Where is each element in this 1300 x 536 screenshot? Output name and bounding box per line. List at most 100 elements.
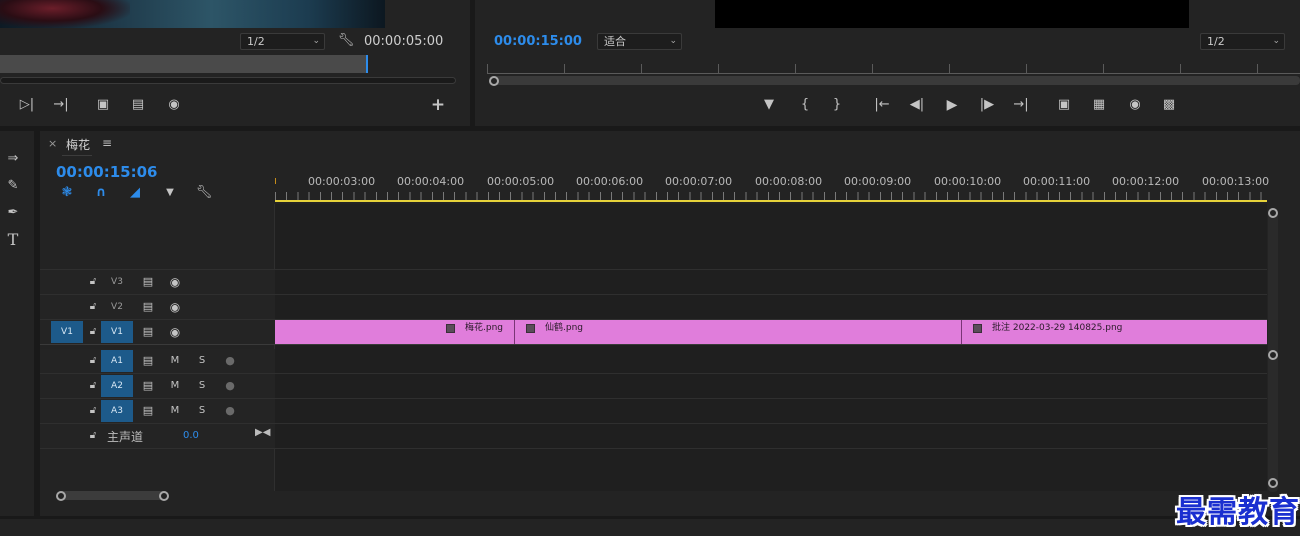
export-frame-icon[interactable]: ◉ <box>165 97 183 113</box>
timeline-zoom-bar[interactable] <box>58 491 168 500</box>
chevron-down-icon: ⌄ <box>1272 36 1280 46</box>
track-target-v3[interactable]: V3 <box>101 271 133 293</box>
program-ruler[interactable] <box>487 64 1300 74</box>
track-header-v2: 🔓︎ V2 ▤ ◉ <box>40 295 275 319</box>
status-bar <box>0 519 1300 536</box>
close-icon[interactable]: × <box>48 137 57 150</box>
solo-button[interactable]: S <box>193 378 211 394</box>
mute-button[interactable]: M <box>166 353 184 369</box>
source-scrub-bar[interactable] <box>0 55 367 73</box>
type-tool-icon[interactable]: T <box>4 232 22 248</box>
sync-lock-icon[interactable]: ▤ <box>139 403 157 419</box>
play-icon[interactable]: ▶ <box>943 97 961 113</box>
ruler-label: 00:00:11:00 <box>1023 175 1091 188</box>
clip-annotation[interactable]: 批注 2022-03-29 140825.png <box>962 320 1267 344</box>
track-target-v1[interactable]: V1 <box>101 321 133 343</box>
panel-menu-icon[interactable]: ≡ <box>102 136 112 150</box>
source-resolution-select[interactable]: 1/2 ⌄ <box>240 33 325 50</box>
scroll-handle-top[interactable] <box>1268 208 1278 218</box>
linked-selection-icon[interactable]: ◢ <box>126 185 144 201</box>
master-volume-value[interactable]: 0.0 <box>183 430 199 441</box>
timeline-settings-icon[interactable]: 🔧︎ <box>195 185 213 201</box>
step-forward-icon[interactable]: ▷| <box>18 97 36 113</box>
sync-lock-icon[interactable]: ▤ <box>139 378 157 394</box>
track-select-icon[interactable]: ⇒ <box>4 151 22 167</box>
program-resolution-select[interactable]: 1/2 ⌄ <box>1200 33 1285 50</box>
sequence-tab[interactable]: 梅花 <box>66 136 90 153</box>
add-marker-icon[interactable]: ▼ <box>161 185 179 201</box>
program-zoom-bar[interactable] <box>489 76 1300 85</box>
solo-button[interactable]: S <box>193 353 211 369</box>
track-target-v2[interactable]: V2 <box>101 296 133 318</box>
program-fit-select[interactable]: 适合 ⌄ <box>597 33 682 50</box>
wrench-icon[interactable]: 🔧︎ <box>337 33 355 49</box>
microphone-icon[interactable]: ● <box>221 403 239 419</box>
zoom-handle-right[interactable] <box>159 491 169 501</box>
track-target-a3[interactable]: A3 <box>101 400 133 422</box>
source-zoom-bar[interactable] <box>0 77 456 84</box>
source-timecode: 00:00:05:00 <box>364 34 444 49</box>
sync-lock-icon[interactable]: ▤ <box>139 274 157 290</box>
add-button-icon[interactable]: + <box>429 97 447 114</box>
extract-icon[interactable]: ▦ <box>1090 97 1108 113</box>
lock-icon[interactable]: 🔓︎ <box>84 299 102 315</box>
sync-lock-icon[interactable]: ▤ <box>139 324 157 340</box>
step-forward-icon[interactable]: |▶ <box>978 97 996 113</box>
clip-plum-blossom[interactable]: 梅花.png <box>275 320 515 344</box>
track-separator <box>40 448 1267 449</box>
snap-icon[interactable]: ∩ <box>92 185 110 201</box>
lock-icon[interactable]: 🔓︎ <box>84 428 102 444</box>
zoom-handle-left[interactable] <box>56 491 66 501</box>
lock-icon[interactable]: 🔓︎ <box>84 324 102 340</box>
lock-icon[interactable]: 🔓︎ <box>84 274 102 290</box>
pen-icon[interactable]: ✒ <box>4 205 22 221</box>
tools-panel: ⇒ ✎ ✒ T <box>0 131 34 516</box>
go-to-out-icon[interactable]: →| <box>52 97 70 113</box>
go-to-in-icon[interactable]: |← <box>873 97 891 113</box>
export-frame-icon[interactable]: ◉ <box>1126 97 1144 113</box>
mark-in-icon[interactable]: { <box>796 97 814 113</box>
program-video-frame <box>715 0 1189 28</box>
source-playhead[interactable] <box>366 55 368 73</box>
insert-icon[interactable]: ▣ <box>94 97 112 113</box>
eye-icon[interactable]: ◉ <box>166 324 184 340</box>
track-target-a1[interactable]: A1 <box>101 350 133 372</box>
track-header-v1: V1 🔓︎ V1 ▤ ◉ <box>40 320 275 344</box>
program-monitor: 00:00:15:00 适合 ⌄ 1/2 ⌄ ▼ { } |← ◀| ▶ |▶ →|… <box>475 0 1300 126</box>
go-to-out-icon[interactable]: →| <box>1012 97 1030 113</box>
track-separator <box>40 294 1267 295</box>
work-area-bar[interactable] <box>275 200 1267 202</box>
step-back-icon[interactable]: ◀| <box>908 97 926 113</box>
microphone-icon[interactable]: ● <box>221 353 239 369</box>
fx-icon <box>973 324 982 333</box>
mark-out-icon[interactable]: } <box>828 97 846 113</box>
lock-icon[interactable]: 🔓︎ <box>84 378 102 394</box>
eye-icon[interactable]: ◉ <box>166 299 184 315</box>
mute-button[interactable]: M <box>166 403 184 419</box>
program-timecode[interactable]: 00:00:15:00 <box>494 34 582 49</box>
overwrite-icon[interactable]: ▤ <box>129 97 147 113</box>
sync-lock-icon[interactable]: ▤ <box>139 299 157 315</box>
scroll-handle-mid[interactable] <box>1268 350 1278 360</box>
ruler-label: 00:00:07:00 <box>665 175 733 188</box>
lock-icon[interactable]: 🔓︎ <box>84 403 102 419</box>
microphone-icon[interactable]: ● <box>221 378 239 394</box>
go-to-end-icon[interactable]: ▶◀ <box>255 427 270 438</box>
ripple-edit-icon[interactable]: ✎ <box>4 178 22 194</box>
source-patch-v1[interactable]: V1 <box>51 321 83 343</box>
eye-icon[interactable]: ◉ <box>166 274 184 290</box>
sync-lock-icon[interactable]: ▤ <box>139 353 157 369</box>
lift-icon[interactable]: ▣ <box>1055 97 1073 113</box>
add-marker-icon[interactable]: ▼ <box>760 97 778 113</box>
mute-button[interactable]: M <box>166 378 184 394</box>
timeline-timecode[interactable]: 00:00:15:06 <box>56 163 158 181</box>
lock-icon[interactable]: 🔓︎ <box>84 353 102 369</box>
clip-crane[interactable]: 仙鹤.png <box>515 320 962 344</box>
nest-icon[interactable]: ❃ <box>58 185 76 201</box>
program-zoom-handle[interactable] <box>489 76 499 86</box>
clip-label: 批注 2022-03-29 140825.png <box>992 323 1123 333</box>
compare-icon[interactable]: ▩ <box>1160 97 1178 113</box>
chevron-down-icon: ⌄ <box>669 36 677 46</box>
solo-button[interactable]: S <box>193 403 211 419</box>
track-target-a2[interactable]: A2 <box>101 375 133 397</box>
